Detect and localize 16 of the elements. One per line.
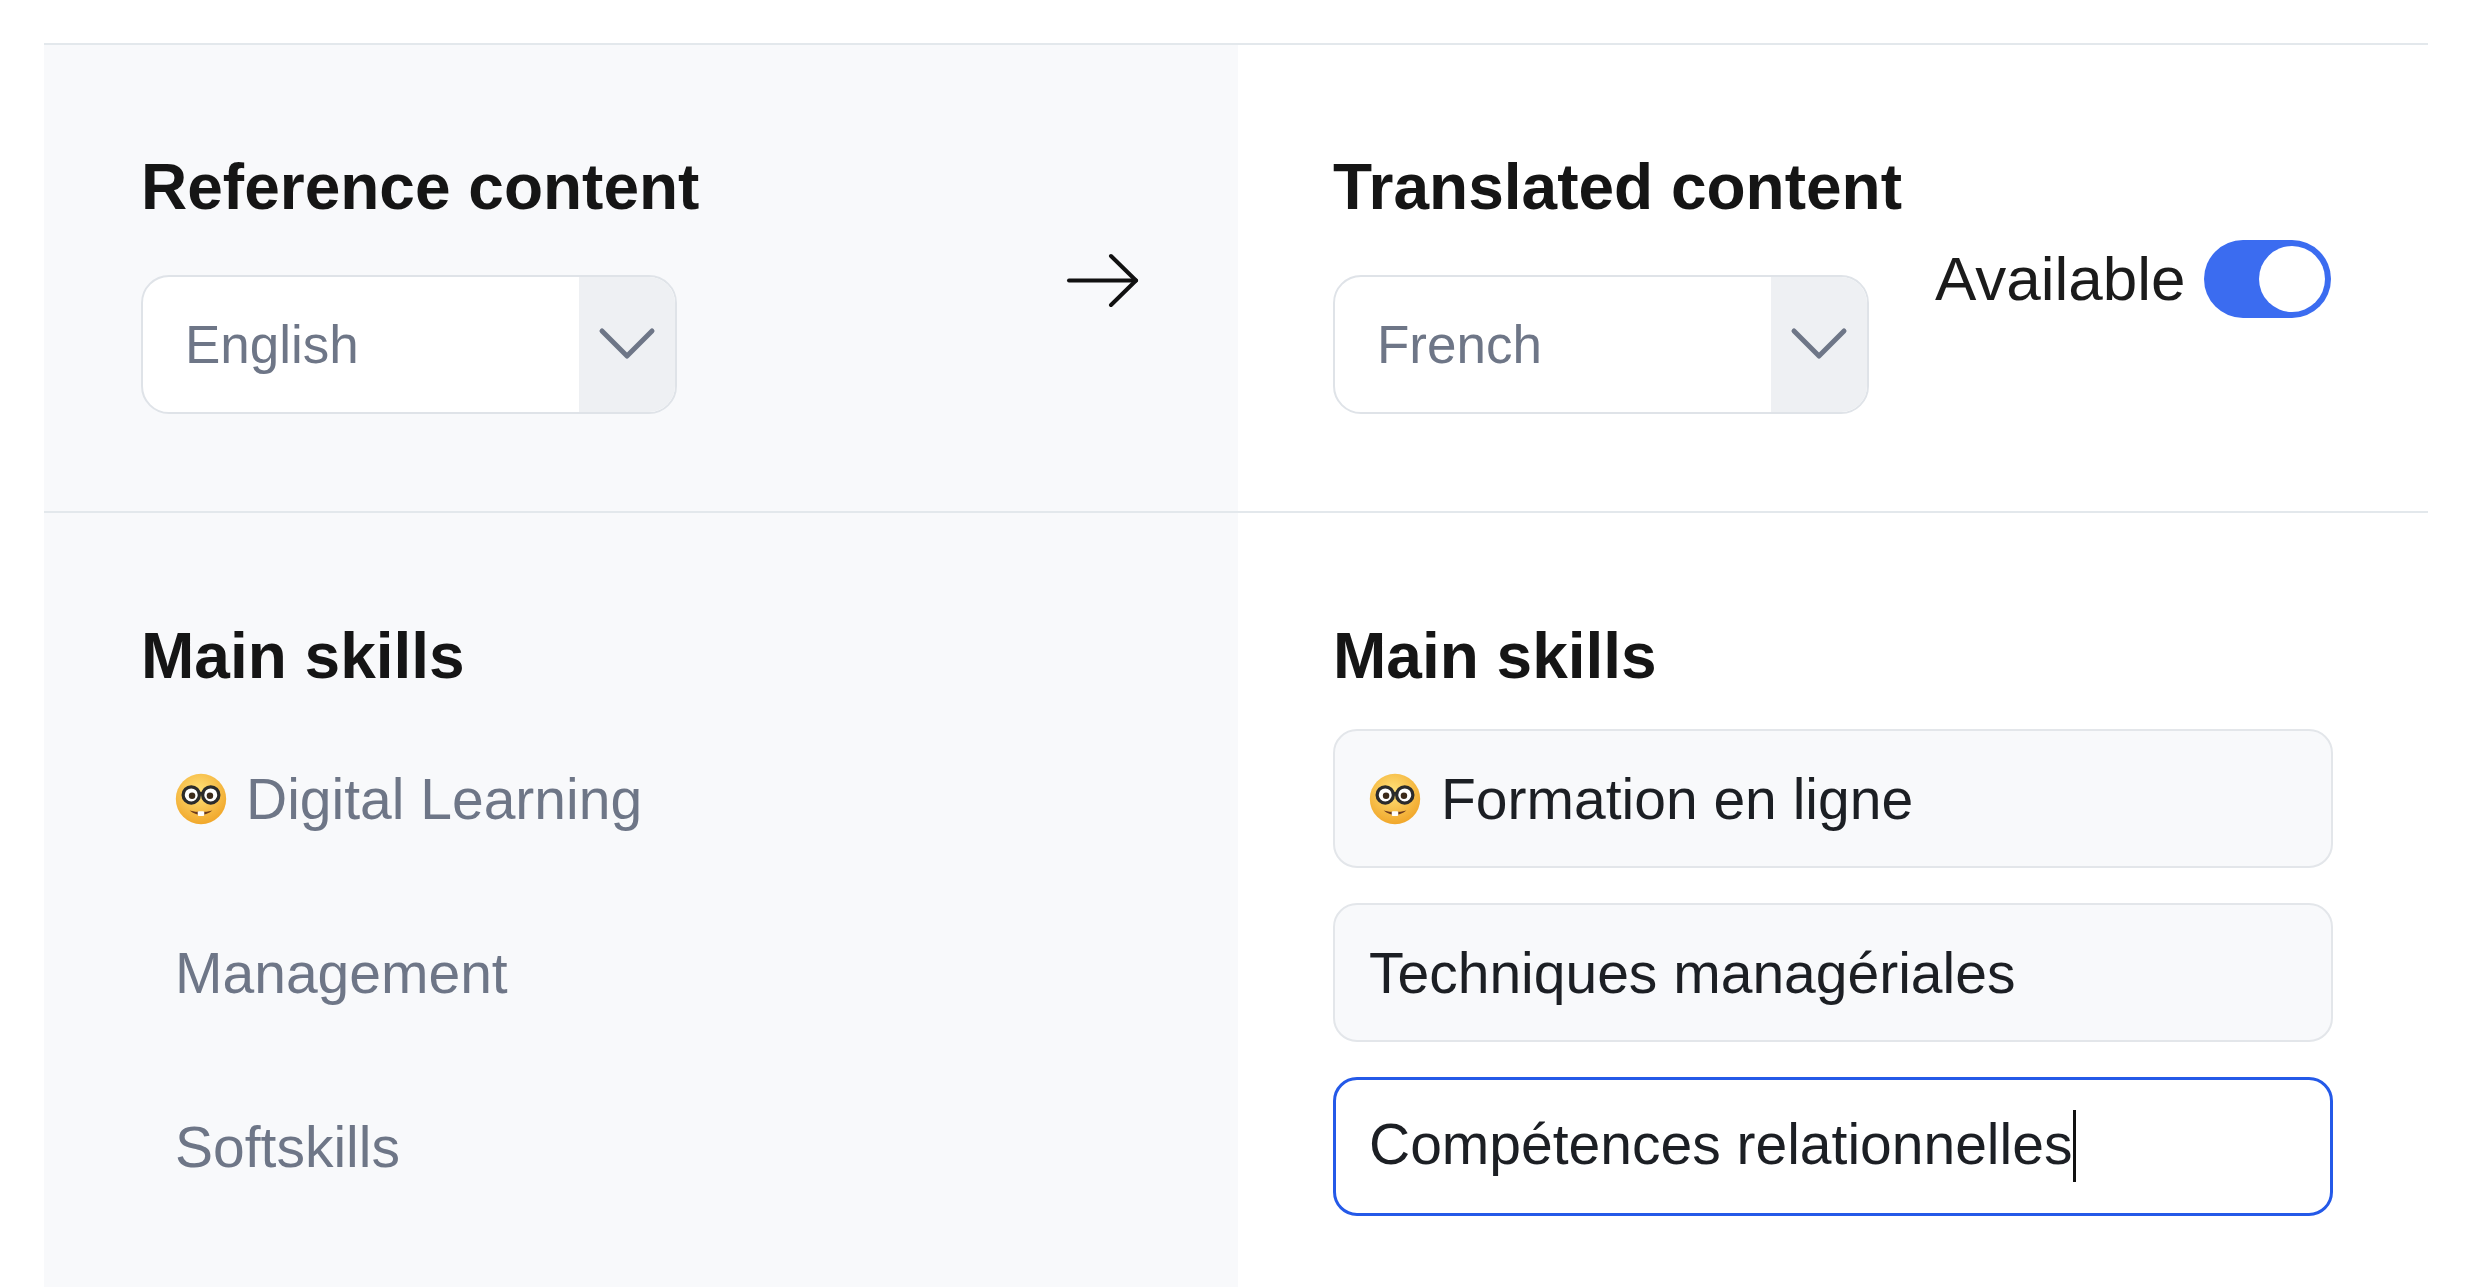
skill-text: Softskills — [175, 1113, 400, 1180]
skill-text: Digital Learning — [246, 765, 643, 832]
language-select[interactable]: French — [1333, 275, 1869, 414]
text-field[interactable]: Formation en ligne — [1333, 729, 2333, 868]
section-title: Main skills — [1333, 624, 1657, 688]
skill-text: Management — [175, 939, 508, 1006]
language-select[interactable]: English — [141, 275, 677, 414]
section-title: Translated content — [1333, 155, 1902, 219]
toggle-label: Available — [1935, 248, 2186, 310]
section-title: Main skills — [141, 624, 465, 688]
text-field[interactable]: Compétences relationnelles — [1333, 1077, 2333, 1216]
section-title: Reference content — [141, 155, 700, 219]
chevron-down-icon — [579, 277, 675, 412]
text-field[interactable]: Techniques managériales — [1333, 903, 2333, 1042]
text-cursor-icon — [2073, 1109, 2077, 1182]
chevron-down-icon — [1771, 277, 1867, 412]
